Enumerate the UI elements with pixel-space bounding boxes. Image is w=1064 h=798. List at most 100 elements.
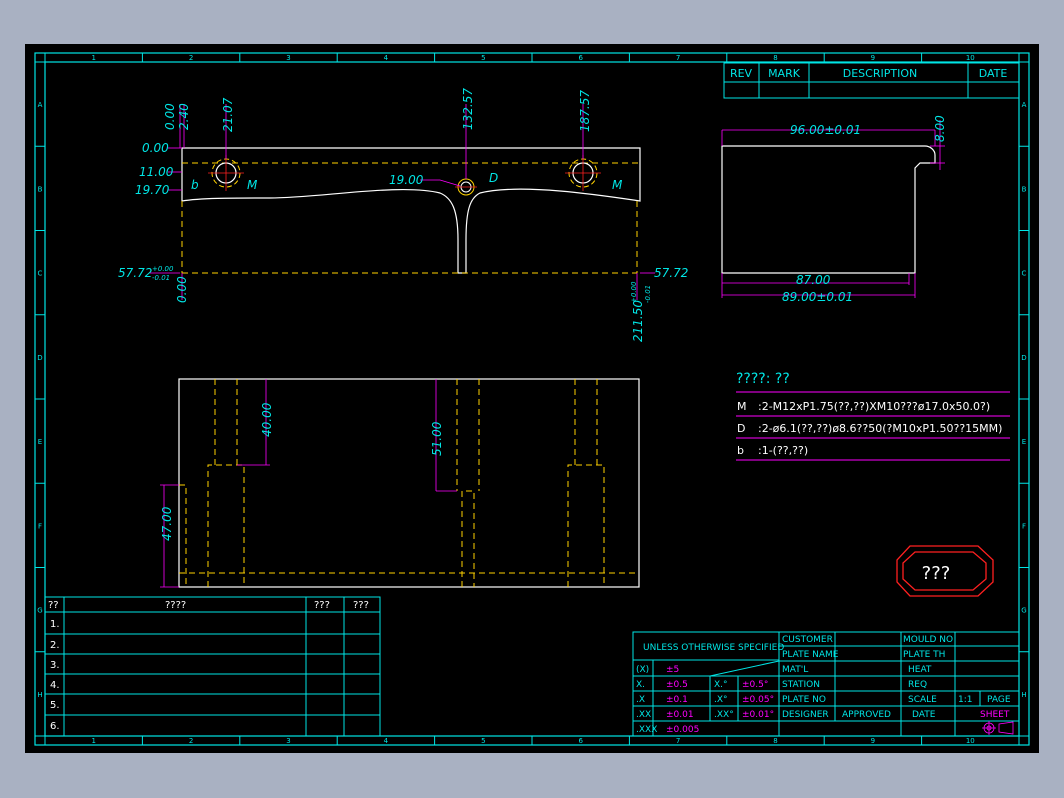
zone-label: 6	[578, 737, 583, 745]
dim-x0: 0.00	[163, 103, 177, 130]
note-tag-d: D	[737, 422, 745, 435]
tb-plate-name: PLATE NAME	[782, 650, 839, 660]
tol-b: ±5	[666, 665, 679, 675]
zone-label: D	[1021, 354, 1026, 362]
tb-heat: HEAT	[908, 665, 932, 675]
zone-label: 10	[966, 54, 975, 62]
zone-label: A	[1022, 101, 1027, 109]
bom-header-name: ????	[165, 600, 186, 611]
tol-a: .X	[636, 695, 645, 705]
zone-label: E	[1022, 438, 1026, 446]
zone-label: 8	[773, 737, 777, 745]
zone-label: F	[1022, 522, 1026, 530]
tb-customer: CUSTOMER	[782, 635, 833, 645]
mark-header: MARK	[768, 67, 801, 80]
zone-label: 2	[189, 54, 193, 62]
dim-h-left-tol-dn: -0.01	[152, 274, 170, 282]
bom-header-no: ??	[48, 600, 59, 611]
dim-h-right: 57.72	[654, 266, 688, 280]
tb-plate-no: PLATE NO	[782, 695, 826, 705]
note-text-m: :2-M12xP1.75(??,??)XM10???ø17.0x50.0?)	[758, 400, 990, 413]
dim-x3: 132.57	[461, 88, 475, 130]
zone-label: D	[37, 354, 42, 362]
zone-label: G	[1021, 607, 1026, 615]
tb-page: PAGE	[987, 695, 1011, 705]
drawing-paper	[25, 44, 1039, 753]
tol-c: .XX°	[714, 710, 734, 720]
zone-label: 9	[871, 737, 875, 745]
zone-label: 3	[286, 737, 290, 745]
zone-label: A	[38, 101, 43, 109]
description-header: DESCRIPTION	[843, 67, 917, 80]
tb-matl: MAT'L	[782, 665, 808, 675]
zone-label: 4	[384, 737, 389, 745]
label-m-right: M	[612, 178, 623, 192]
tol-d: ±0.05°	[742, 695, 774, 705]
dim-y0: 0.00	[142, 141, 169, 155]
bom-header-note: ???	[353, 600, 369, 611]
zone-label: 7	[676, 737, 680, 745]
zone-label: F	[38, 522, 42, 530]
bom-row-number: 5.	[50, 700, 60, 711]
zone-label: 4	[384, 54, 389, 62]
tb-approved: APPROVED	[842, 710, 891, 720]
tol-d: ±0.5°	[742, 680, 768, 690]
dim-y2: 19.70	[135, 183, 170, 197]
tol-c: .X°	[714, 695, 728, 705]
zone-label: E	[38, 438, 42, 446]
zone-label: 5	[481, 54, 485, 62]
tb-date: DATE	[912, 710, 936, 720]
label-d: D	[489, 171, 498, 185]
tol-a: .XX	[636, 710, 651, 720]
zone-label: 1	[91, 54, 95, 62]
tb-designer: DESIGNER	[782, 710, 829, 720]
dim-front-40: 40.00	[260, 402, 274, 437]
zone-label: 2	[189, 737, 193, 745]
zone-label: 10	[966, 737, 975, 745]
tb-unless: UNLESS OTHERWISE SPECIFIED	[643, 643, 784, 653]
label-m-left: M	[247, 178, 258, 192]
tol-a: .XXX	[636, 725, 657, 735]
bom-row-number: 6.	[50, 721, 60, 732]
zone-label: 3	[286, 54, 290, 62]
zone-label: C	[38, 270, 43, 278]
tol-c: X.°	[714, 680, 728, 690]
tol-b: ±0.5	[666, 680, 688, 690]
dim-side-bottom-outer: 89.00±0.01	[782, 290, 853, 304]
zone-label: B	[38, 185, 43, 193]
zone-label: 7	[676, 54, 680, 62]
tb-station: STATION	[782, 680, 820, 690]
zone-label: C	[1022, 270, 1027, 278]
dim-side-bottom-inner: 87.00	[796, 273, 831, 287]
date-header: DATE	[979, 67, 1008, 80]
label-b: b	[191, 178, 199, 192]
tb-plate-th: PLATE TH	[903, 650, 945, 660]
bom-row-number: 3.	[50, 660, 60, 671]
dim-side-top: 96.00±0.01	[790, 123, 861, 137]
cad-drawing: 1 1 2 2 3 3 4 4 5 5 6 6 7 7 8 8 9 9 10 10 A A B B C C D D E E F F G G H H R…	[25, 44, 1039, 753]
tb-mould-no: MOULD NO	[903, 635, 953, 645]
dim-bot-left: 0.00	[175, 276, 189, 303]
zone-label: 1	[91, 737, 95, 745]
zone-label: H	[1021, 691, 1026, 699]
tb-sheet: SHEET	[980, 710, 1010, 720]
dim-x1: 2.40	[177, 103, 191, 130]
tol-d: ±0.01°	[742, 710, 774, 720]
notes-title: ????: ??	[736, 371, 790, 387]
note-tag-m: M	[737, 400, 747, 413]
tb-scale: SCALE	[908, 695, 937, 705]
bom-header-qty: ???	[314, 600, 330, 611]
zone-label: 9	[871, 54, 875, 62]
zone-label: 6	[578, 54, 583, 62]
tb-scale-val: 1:1	[958, 695, 972, 705]
dim-front-47: 47.00	[160, 506, 174, 541]
tol-b: ±0.01	[666, 710, 694, 720]
dim-y3: 19.00	[389, 173, 424, 187]
dim-y1: 11.00	[139, 165, 174, 179]
dim-h-left-tol-up: +0.00	[152, 265, 174, 273]
bom-row-number: 2.	[50, 640, 60, 651]
zone-label: G	[37, 607, 42, 615]
dim-x4: 187.57	[578, 90, 592, 132]
dim-h-left: 57.72	[118, 266, 152, 280]
zone-label: 8	[773, 54, 777, 62]
